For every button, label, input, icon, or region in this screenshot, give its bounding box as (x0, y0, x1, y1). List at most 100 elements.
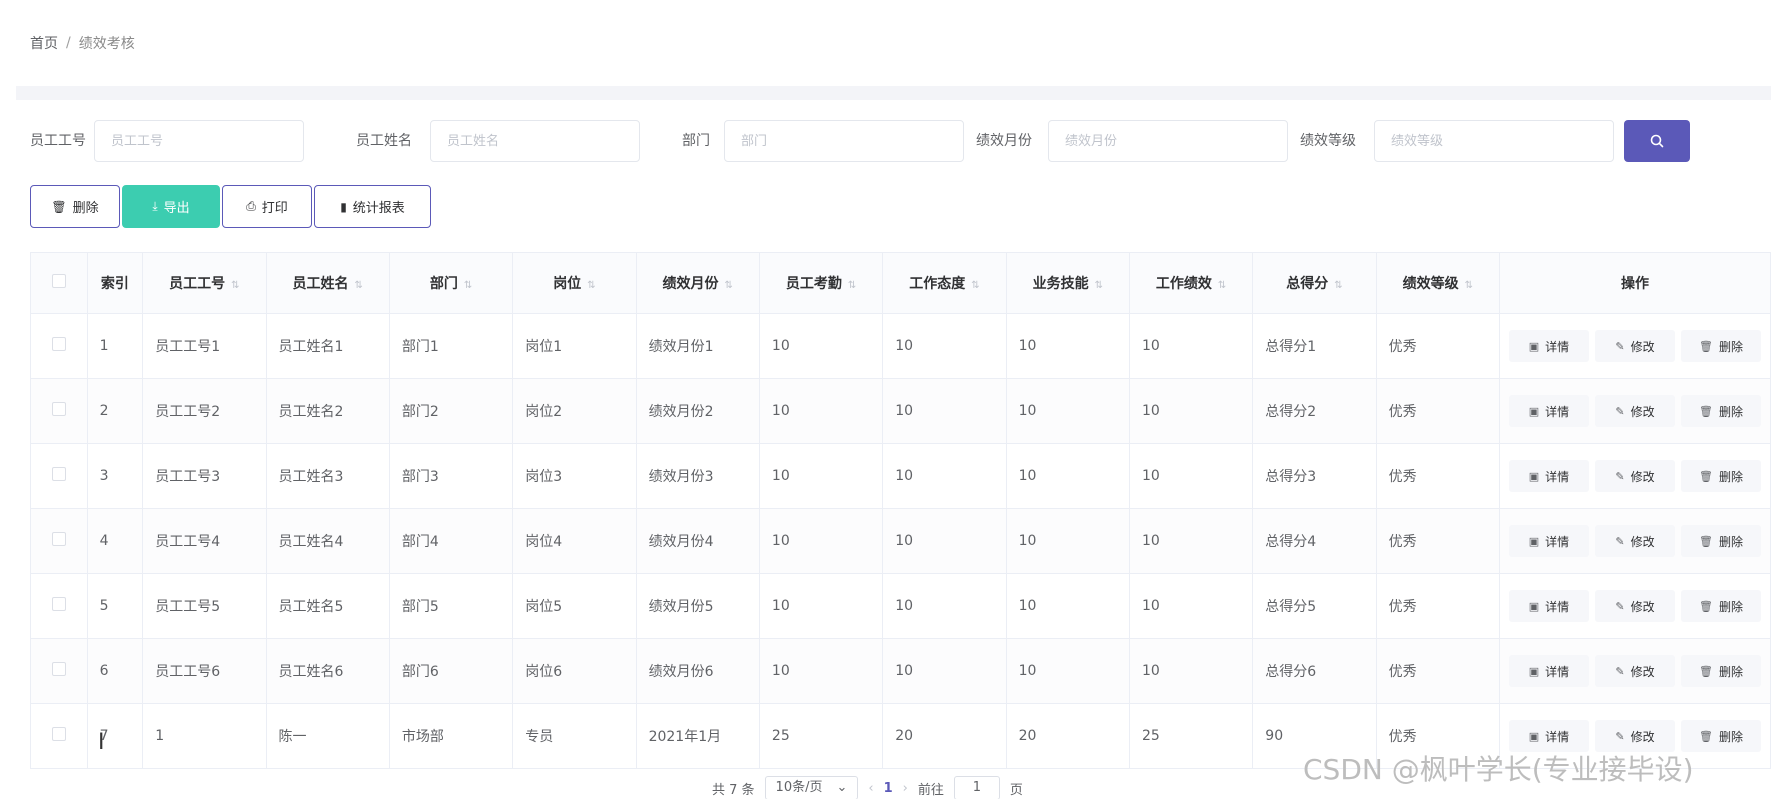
breadcrumb-home[interactable]: 首页 (30, 33, 58, 53)
table-row: 2 员工工号2 员工姓名2 部门2 岗位2 绩效月份2 10 10 10 10 总得分2 优秀 ▣ 详情 ✎… (30, 378, 1771, 444)
emp-name-input[interactable] (430, 120, 640, 162)
row-delete-button[interactable]: 🗑 删除 (1680, 460, 1761, 492)
header-dept[interactable]: 部门 ⇅ (388, 252, 514, 314)
cell-attendance: 10 (758, 443, 884, 509)
row-checkbox[interactable] (51, 467, 66, 481)
print-button[interactable]: ⎙ 打印 (222, 185, 312, 228)
detail-button[interactable]: ▣ 详情 (1508, 330, 1589, 362)
trash-icon: 🗑 (1698, 599, 1713, 613)
emp-no-input[interactable] (94, 120, 304, 162)
page-number[interactable]: 1 (884, 781, 893, 796)
row-checkbox[interactable] (51, 337, 66, 351)
delete-button[interactable]: 🗑 删除 (30, 185, 120, 228)
cell-dept: 部门2 (388, 378, 514, 444)
row-actions: ▣ 详情 ✎ 修改 🗑 删除 (1498, 443, 1771, 509)
header-emp-name[interactable]: 员工姓名 ⇅ (265, 252, 390, 314)
dept-input[interactable] (724, 120, 964, 162)
row-checkbox[interactable] (51, 597, 66, 611)
row-actions: ▣ 详情 ✎ 修改 🗑 删除 (1498, 508, 1771, 574)
row-select-cell (30, 313, 88, 379)
header-skill[interactable]: 业务技能 ⇅ (1005, 252, 1130, 314)
row-checkbox[interactable] (51, 662, 66, 676)
header-month[interactable]: 绩效月份 ⇅ (635, 252, 760, 314)
cell-performance: 10 (1128, 638, 1254, 704)
document-icon: ▣ (1528, 534, 1540, 548)
cell-index: 5 (86, 573, 144, 639)
sort-icon: ⇅ (1334, 280, 1343, 291)
row-delete-button[interactable]: 🗑 删除 (1680, 655, 1761, 687)
cell-index: 3 (86, 443, 144, 509)
goto-page-input[interactable]: 1 (953, 776, 1000, 799)
edit-button[interactable]: ✎ 修改 (1594, 330, 1675, 362)
sort-icon: ⇅ (1217, 280, 1227, 291)
header-grade[interactable]: 绩效等级 ⇅ (1375, 252, 1500, 314)
breadcrumb-current: 绩效考核 (78, 36, 135, 52)
header-performance[interactable]: 工作绩效 ⇅ (1128, 252, 1254, 314)
row-checkbox[interactable] (51, 402, 66, 416)
sort-icon: ⇅ (463, 280, 473, 291)
header-attendance[interactable]: 员工考勤 ⇅ (758, 252, 884, 314)
cell-emp-no: 员工工号4 (142, 508, 267, 574)
goto-label: 前往 (917, 782, 944, 798)
cell-month: 绩效月份4 (635, 508, 760, 574)
cell-dept: 部门6 (388, 638, 514, 704)
cell-skill: 20 (1005, 703, 1130, 769)
cell-performance: 10 (1128, 508, 1254, 574)
cell-grade: 优秀 (1375, 508, 1500, 574)
next-page-button[interactable]: › (903, 781, 908, 796)
table-row: 3 员工工号3 员工姓名3 部门3 岗位3 绩效月份3 10 10 10 10 总得分3 优秀 ▣ 详情 ✎… (30, 443, 1771, 509)
row-actions: ▣ 详情 ✎ 修改 🗑 删除 (1498, 313, 1771, 379)
edit-button[interactable]: ✎ 修改 (1594, 590, 1675, 622)
search-button[interactable] (1624, 120, 1690, 162)
row-delete-button[interactable]: 🗑 删除 (1680, 395, 1761, 427)
edit-button[interactable]: ✎ 修改 (1594, 460, 1675, 492)
header-position[interactable]: 岗位 ⇅ (512, 252, 637, 314)
trash-icon: 🗑 (1698, 729, 1713, 743)
cell-attendance: 10 (758, 508, 884, 574)
header-divider (16, 86, 1771, 100)
export-button[interactable]: ⤓ 导出 (122, 185, 220, 228)
sort-icon: ⇅ (724, 280, 733, 291)
grade-input[interactable] (1374, 120, 1614, 162)
month-input[interactable] (1048, 120, 1288, 162)
table-header-row: 索引 员工工号 ⇅ 员工姓名 ⇅ 部门 ⇅ 岗位 ⇅ 绩效月份 ⇅ 员工考勤 ⇅ 工作态度 ⇅… (30, 252, 1771, 314)
cell-dept: 部门5 (388, 573, 514, 639)
cell-skill: 10 (1005, 313, 1130, 379)
document-icon: ▣ (1528, 339, 1540, 353)
row-delete-button[interactable]: 🗑 删除 (1680, 330, 1761, 362)
select-all-checkbox[interactable] (51, 274, 66, 288)
prev-page-button[interactable]: ‹ (868, 781, 873, 796)
edit-button[interactable]: ✎ 修改 (1594, 655, 1675, 687)
row-checkbox[interactable] (51, 727, 66, 741)
detail-button[interactable]: ▣ 详情 (1508, 460, 1589, 492)
sort-icon: ⇅ (1464, 280, 1473, 291)
detail-button[interactable]: ▣ 详情 (1508, 525, 1589, 557)
cell-skill: 10 (1005, 443, 1130, 509)
row-delete-button[interactable]: 🗑 删除 (1680, 525, 1761, 557)
cell-emp-name: 员工姓名4 (265, 508, 390, 574)
row-checkbox[interactable] (51, 532, 66, 546)
cell-attitude: 10 (882, 508, 1007, 574)
cell-skill: 10 (1005, 378, 1130, 444)
row-delete-button[interactable]: 🗑 删除 (1680, 590, 1761, 622)
goto-suffix: 页 (1009, 782, 1023, 798)
cell-month: 绩效月份2 (635, 378, 760, 444)
detail-button[interactable]: ▣ 详情 (1508, 590, 1589, 622)
cell-performance: 25 (1128, 703, 1254, 769)
download-icon: ⤓ (152, 199, 158, 213)
sort-icon: ⇅ (847, 280, 857, 291)
page-size-select[interactable]: 10条/页 ⌄ (764, 776, 859, 799)
header-attitude[interactable]: 工作态度 ⇅ (882, 252, 1007, 314)
header-emp-no[interactable]: 员工工号 ⇅ (142, 252, 267, 314)
edit-icon: ✎ (1615, 339, 1625, 353)
edit-button[interactable]: ✎ 修改 (1594, 395, 1675, 427)
detail-button[interactable]: ▣ 详情 (1508, 655, 1589, 687)
cell-index: 1 (86, 313, 144, 379)
header-total[interactable]: 总得分 ⇅ (1252, 252, 1377, 314)
detail-button[interactable]: ▣ 详情 (1508, 395, 1589, 427)
cell-skill: 10 (1005, 573, 1130, 639)
cell-month: 绩效月份5 (635, 573, 760, 639)
edit-button[interactable]: ✎ 修改 (1594, 525, 1675, 557)
stats-report-button[interactable]: ▮ 统计报表 (314, 185, 431, 228)
text-cursor-icon: I (98, 730, 105, 755)
